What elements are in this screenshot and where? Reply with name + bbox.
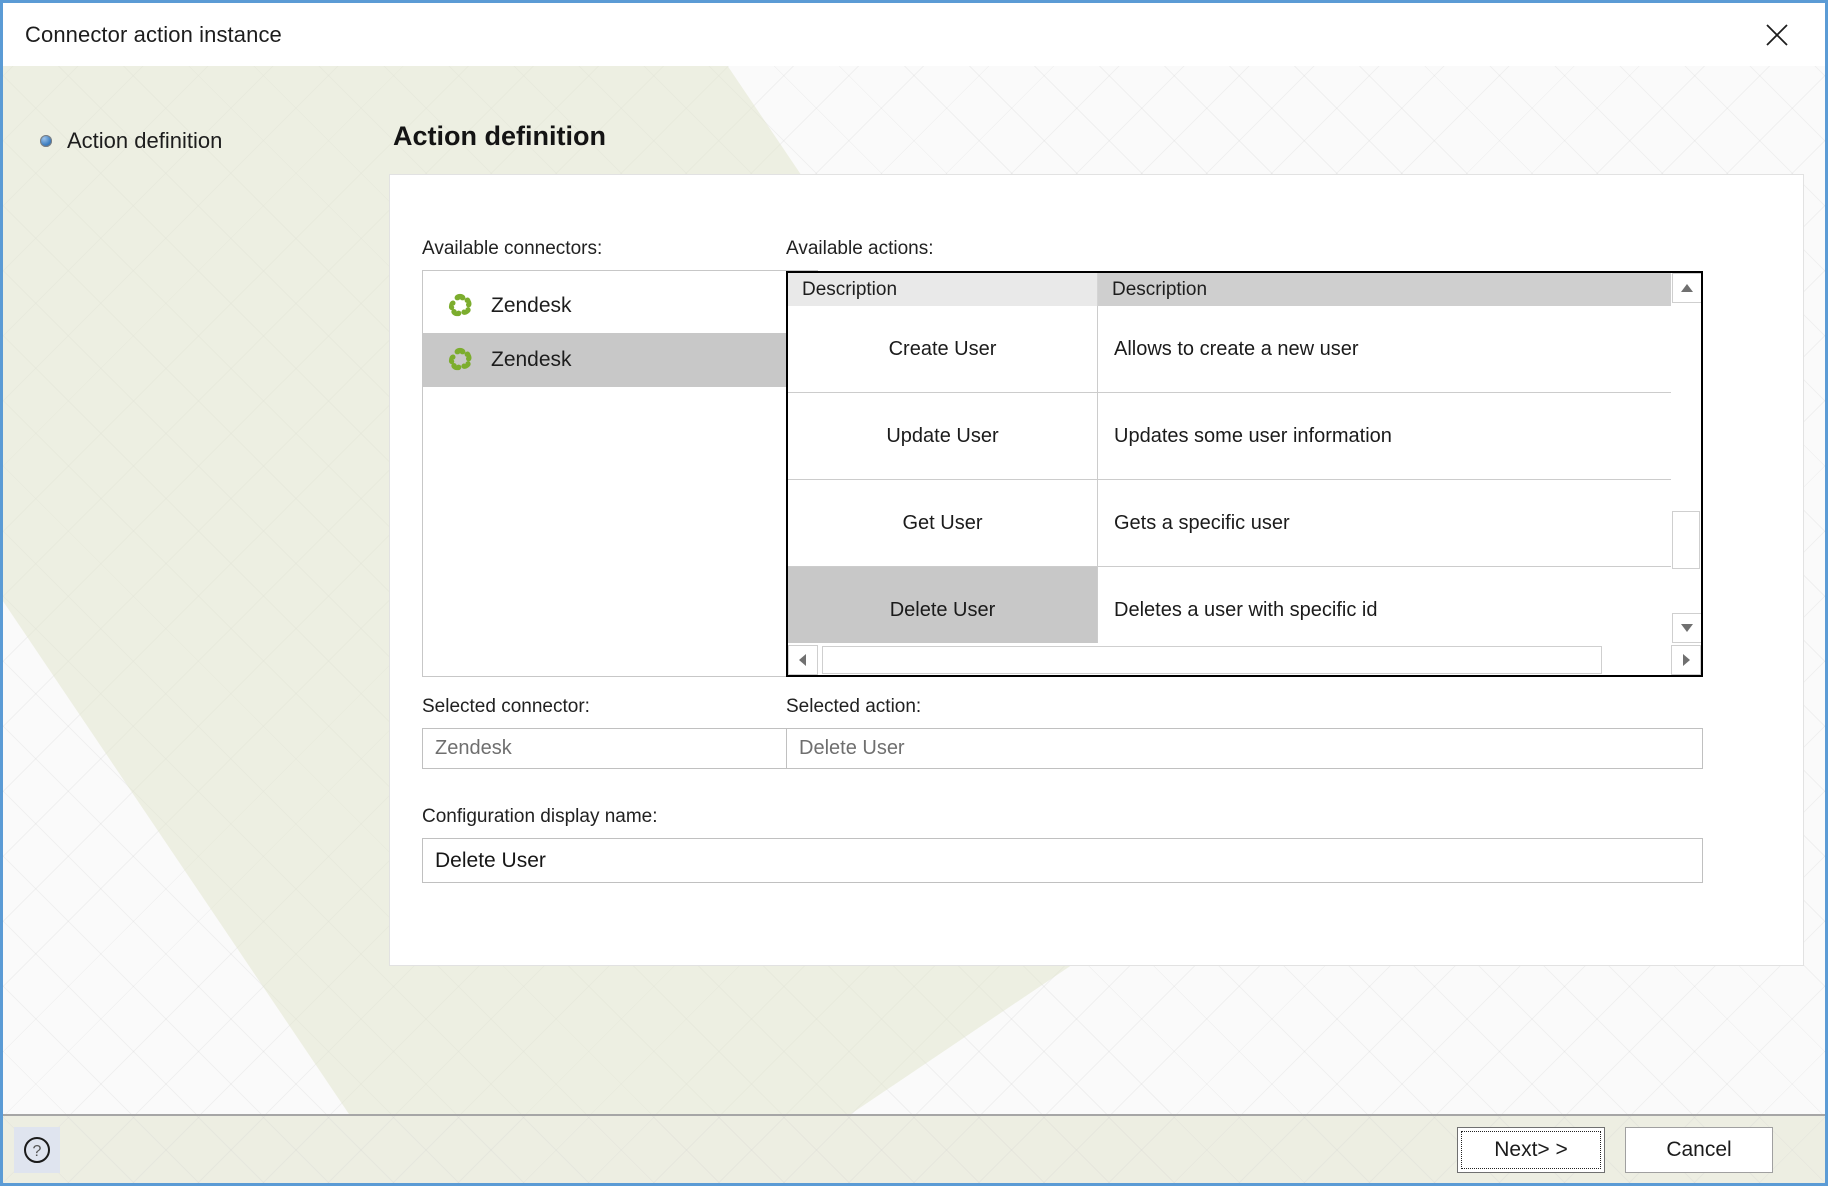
dialog-title-bar: Connector action instance xyxy=(3,3,1825,66)
column-header-name[interactable]: Description xyxy=(788,273,1098,306)
chevron-up-icon[interactable] xyxy=(1672,273,1701,303)
cell-action-description[interactable]: Deletes a user with specific id xyxy=(1098,567,1671,643)
list-item[interactable]: Zendesk xyxy=(423,279,817,333)
help-question-icon[interactable]: ? xyxy=(14,1126,60,1173)
table-row-selected[interactable]: Delete User Deletes a user with specific… xyxy=(788,567,1671,643)
column-header-description[interactable]: Description xyxy=(1098,273,1671,306)
dialog-footer: ? Next> > Cancel xyxy=(3,1114,1825,1183)
sidebar-item-label: Action definition xyxy=(67,128,223,153)
grid-columns: Description Description Create User Allo… xyxy=(788,273,1671,643)
available-connectors-label: Available connectors: xyxy=(422,238,603,259)
selected-action-label: Selected action: xyxy=(786,696,922,717)
cancel-button[interactable]: Cancel xyxy=(1625,1126,1773,1173)
cell-action-name[interactable]: Update User xyxy=(788,393,1098,480)
action-definition-panel: Available connectors: Zendesk Zendesk Av… xyxy=(389,174,1804,966)
configuration-display-name-input[interactable]: Delete User xyxy=(422,838,1703,883)
cell-action-description[interactable]: Gets a specific user xyxy=(1098,480,1671,567)
next-button[interactable]: Next> > xyxy=(1457,1126,1605,1173)
horizontal-scrollbar-track[interactable] xyxy=(818,645,1671,674)
zendesk-icon xyxy=(445,291,475,321)
vertical-scrollbar[interactable] xyxy=(1671,273,1701,643)
svg-text:?: ? xyxy=(33,1143,42,1160)
close-icon[interactable] xyxy=(1751,13,1803,57)
chevron-down-icon[interactable] xyxy=(1672,613,1701,643)
selected-action-field: Delete User xyxy=(786,728,1703,769)
chevron-right-icon[interactable] xyxy=(1671,644,1701,675)
selected-connector-label: Selected connector: xyxy=(422,696,590,717)
main-content: Action definition Available connectors: xyxy=(389,66,1825,1117)
list-item[interactable]: Zendesk xyxy=(423,333,817,387)
table-row[interactable]: Update User Updates some user informatio… xyxy=(788,393,1671,480)
zendesk-icon xyxy=(445,345,475,375)
dialog-title: Connector action instance xyxy=(25,21,282,47)
horizontal-scrollbar[interactable] xyxy=(788,643,1701,675)
selected-connector-field: Zendesk xyxy=(422,728,818,769)
available-actions-grid: Description Description Create User Allo… xyxy=(786,271,1703,677)
vertical-scrollbar-track[interactable] xyxy=(1672,303,1701,613)
available-actions-label: Available actions: xyxy=(786,238,934,259)
wizard-steps-nav: Action definition xyxy=(3,66,389,1117)
footer-buttons: Next> > Cancel xyxy=(1457,1126,1773,1173)
sidebar-item-action-definition[interactable]: Action definition xyxy=(3,128,389,154)
dialog-body: Action definition Action definition Avai… xyxy=(3,66,1825,1117)
horizontal-scrollbar-thumb[interactable] xyxy=(822,645,1602,674)
cell-action-name[interactable]: Get User xyxy=(788,480,1098,567)
cell-action-name[interactable]: Create User xyxy=(788,306,1098,393)
table-row[interactable]: Create User Allows to create a new user xyxy=(788,306,1671,393)
cell-action-description[interactable]: Updates some user information xyxy=(1098,393,1671,480)
configuration-display-name-label: Configuration display name: xyxy=(422,806,658,827)
grid-header-row: Description Description xyxy=(788,273,1671,306)
table-row[interactable]: Get User Gets a specific user xyxy=(788,480,1671,567)
vertical-scrollbar-thumb[interactable] xyxy=(1672,511,1700,569)
list-item-label: Zendesk xyxy=(491,294,572,317)
grid-body: Create User Allows to create a new user … xyxy=(788,306,1671,643)
grid-main: Description Description Create User Allo… xyxy=(788,273,1701,643)
blue-diamond-bullet-icon xyxy=(39,134,53,148)
chevron-left-icon[interactable] xyxy=(788,644,818,675)
cell-action-name[interactable]: Delete User xyxy=(788,567,1098,643)
connector-action-instance-dialog: Connector action instance Action definit… xyxy=(0,0,1828,1186)
available-connectors-list[interactable]: Zendesk Zendesk xyxy=(422,270,818,677)
page-title: Action definition xyxy=(393,121,606,151)
list-item-label: Zendesk xyxy=(491,348,572,371)
cell-action-description[interactable]: Allows to create a new user xyxy=(1098,306,1671,393)
